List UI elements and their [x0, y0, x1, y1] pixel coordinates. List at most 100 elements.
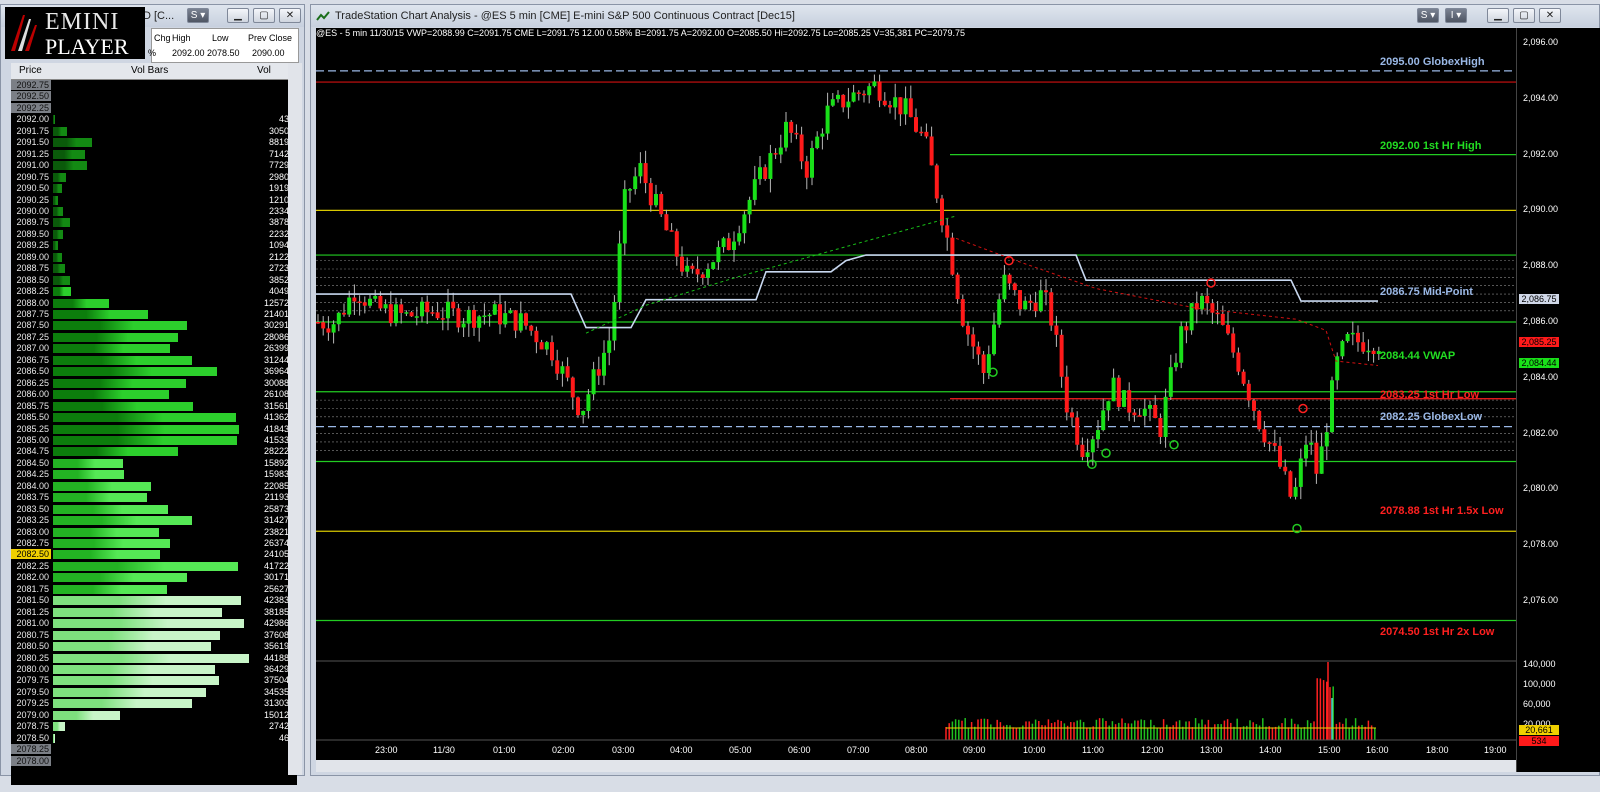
candle-body: [659, 194, 664, 215]
ladder-row[interactable]: 2087.25 28086: [11, 331, 291, 343]
ladder-volume: 25873: [263, 503, 289, 514]
candle-body: [908, 98, 913, 118]
ladder-row[interactable]: 2091.50 8819: [11, 137, 291, 148]
ladder-row[interactable]: 2079.75 37504: [11, 675, 291, 686]
ladder-scrollbar[interactable]: [288, 63, 302, 775]
ladder-row[interactable]: 2087.50 30291: [11, 320, 291, 331]
price-tick: 2,094.00: [1523, 92, 1559, 103]
ladder-row[interactable]: 2080.75 37608: [11, 629, 291, 641]
ladder-row[interactable]: 2078.50 46: [11, 732, 291, 744]
ladder-row[interactable]: 2090.00 2334: [11, 205, 291, 217]
ladder-row[interactable]: 2078.00: [11, 755, 291, 767]
ladder-row[interactable]: 2088.00 12572: [11, 297, 291, 309]
ladder-row[interactable]: 2080.50 35619: [11, 641, 291, 652]
candle-body: [399, 304, 404, 313]
ladder-volume-bar: [53, 561, 238, 571]
ladder-row[interactable]: 2091.25 7142: [11, 148, 291, 160]
chart-insert-button[interactable]: I ▾: [1445, 8, 1467, 23]
quote-header-low: Low: [212, 33, 229, 43]
ladder-row[interactable]: 2079.00 15012: [11, 709, 291, 721]
ladder-price: 2087.75: [11, 309, 51, 319]
ladder-row[interactable]: 2091.00 7729: [11, 160, 291, 171]
ladder-row[interactable]: 2088.75 2723: [11, 263, 291, 274]
chart-plot-area[interactable]: [316, 28, 1516, 772]
ladder-row[interactable]: 2082.75 26374: [11, 538, 291, 549]
ladder-row[interactable]: 2089.00 2122: [11, 251, 291, 263]
ladder-row[interactable]: 2078.75 2742: [11, 721, 291, 732]
ladder-row[interactable]: 2091.75 3050: [11, 125, 291, 137]
ladder-row[interactable]: 2079.25 31303: [11, 698, 291, 709]
candle-body: [674, 231, 679, 257]
ladder-row[interactable]: 2079.50 34535: [11, 686, 291, 698]
chart-menu-button[interactable]: S ▾: [1417, 8, 1439, 23]
maximize-button[interactable]: ▢: [253, 8, 275, 23]
ladder-row[interactable]: 2082.00 30171: [11, 572, 291, 583]
ladder-row[interactable]: 2086.50 36964: [11, 366, 291, 377]
ladder-row[interactable]: 2085.00 41533: [11, 434, 291, 446]
ladder-volume: 26374: [263, 538, 289, 548]
ladder-row[interactable]: 2090.25 1210: [11, 194, 291, 206]
ladder-row[interactable]: 2083.50 25873: [11, 503, 291, 515]
chart-minimize-button[interactable]: ▁: [1487, 8, 1509, 23]
ladder-row[interactable]: 2078.25: [11, 744, 291, 755]
chart-maximize-button[interactable]: ▢: [1513, 8, 1535, 23]
ladder-row[interactable]: 2084.25 15983: [11, 469, 291, 480]
ladder-row[interactable]: 2084.50 15892: [11, 457, 291, 469]
ladder-row[interactable]: 2084.75 28222: [11, 446, 291, 457]
candle-body: [841, 94, 846, 108]
chart-close-button[interactable]: ✕: [1539, 8, 1561, 23]
candle-body: [794, 132, 799, 135]
price-tick: 2,090.00: [1523, 204, 1559, 215]
ladder-row[interactable]: 2080.00 36429: [11, 663, 291, 675]
chart-titlebar[interactable]: TradeStation Chart Analysis - @ES 5 min …: [311, 5, 1599, 27]
logo-mark-icon: [11, 15, 37, 51]
ladder-row[interactable]: 2080.25 44188: [11, 652, 291, 664]
candle-body: [555, 360, 560, 374]
candle-body: [383, 304, 388, 309]
ladder-row[interactable]: 2082.50 24105: [11, 549, 291, 560]
chart-horizontal-scrollbar[interactable]: [316, 760, 1516, 772]
ladder-row[interactable]: 2086.75 31244: [11, 354, 291, 366]
ladder-row[interactable]: 2085.75 31561: [11, 400, 291, 412]
ladder-row[interactable]: 2081.25 38185: [11, 606, 291, 618]
price-tick: 2,096.00: [1523, 37, 1559, 47]
ladder-row[interactable]: 2087.75 21401: [11, 309, 291, 320]
ladder-row[interactable]: 2085.50 41362: [11, 412, 291, 423]
candle-body: [456, 308, 461, 328]
ladder-row[interactable]: 2092.00 43: [11, 114, 291, 125]
minimize-button[interactable]: ▁: [227, 8, 249, 23]
ladder-row[interactable]: 2083.75 21193: [11, 492, 291, 503]
candle-body: [768, 153, 773, 179]
ladder-row[interactable]: 2085.25 41843: [11, 423, 291, 435]
ladder-row[interactable]: 2084.00 22085: [11, 480, 291, 492]
ladder-row[interactable]: 2087.00 26399: [11, 343, 291, 354]
candle-body: [617, 243, 622, 303]
ladder-row[interactable]: 2089.25 1094: [11, 240, 291, 251]
ladder-row[interactable]: 2090.75 2980: [11, 171, 291, 183]
ladder-row[interactable]: 2081.50 42383: [11, 595, 291, 606]
close-button[interactable]: ✕: [279, 8, 301, 23]
price-axis: 2,096.00 2,094.00 2,092.00 2,090.00 2,088.00…: [1516, 28, 1600, 772]
ladder-row[interactable]: 2089.75 3878: [11, 217, 291, 228]
ladder-row[interactable]: 2088.50 3852: [11, 274, 291, 286]
ladder-row[interactable]: 2092.50: [11, 91, 291, 102]
ladder-row[interactable]: 2088.25 4049: [11, 286, 291, 297]
ladder-row[interactable]: 2086.25 30088: [11, 377, 291, 389]
candle-body: [695, 268, 700, 275]
window-menu-button[interactable]: S ▾: [187, 8, 209, 23]
ladder-row[interactable]: 2092.25: [11, 102, 291, 114]
ladder-row[interactable]: 2090.50 1919: [11, 183, 291, 194]
ladder-price: 2080.75: [11, 629, 51, 640]
ladder-row[interactable]: 2081.00 42986: [11, 618, 291, 629]
candle-body: [1231, 333, 1236, 353]
candle-body: [726, 238, 731, 250]
ladder-row[interactable]: 2083.25 31427: [11, 515, 291, 526]
ladder-row[interactable]: 2082.25 41722: [11, 560, 291, 572]
ladder-row[interactable]: 2092.75: [11, 80, 291, 91]
ladder-row[interactable]: 2086.00 26108: [11, 389, 291, 400]
ladder-row[interactable]: 2089.50 2232: [11, 228, 291, 240]
ladder-row[interactable]: 2081.75 25627: [11, 583, 291, 595]
candle-body: [1174, 362, 1178, 368]
ladder-volume-bar: [53, 550, 160, 560]
ladder-row[interactable]: 2083.00 23821: [11, 526, 291, 538]
